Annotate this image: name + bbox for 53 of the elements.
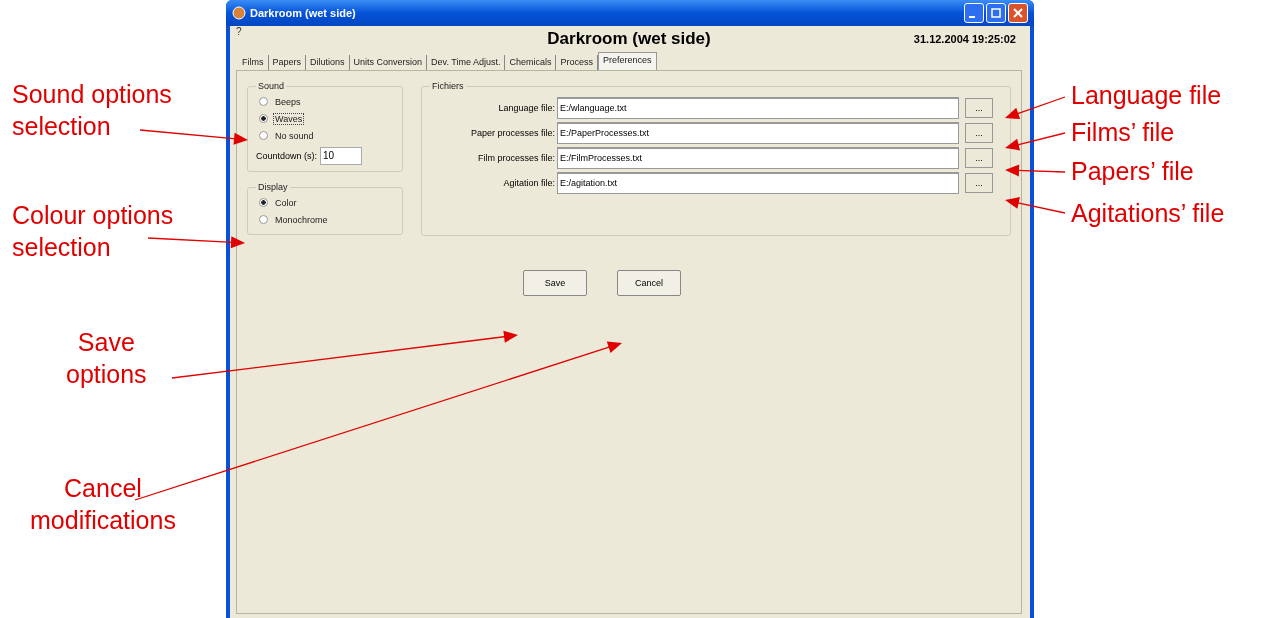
callout-arrow	[1005, 164, 1066, 177]
annotation-label: Films’ file	[1071, 117, 1175, 148]
radio-button[interactable]	[259, 198, 268, 207]
file-path-field[interactable]: E:/agitation.txt	[557, 171, 959, 194]
minimize-icon	[969, 16, 975, 18]
minimize-button[interactable]	[964, 3, 984, 23]
radio-label[interactable]: Waves	[273, 112, 305, 125]
field-label: Language file:	[497, 102, 556, 113]
annotation-label: Agitations’ file	[1071, 198, 1225, 229]
field-label: Agitation file:	[502, 177, 556, 188]
radio-button[interactable]	[259, 131, 268, 140]
save-button[interactable]: Save	[523, 270, 587, 296]
radio-button[interactable]	[259, 114, 268, 123]
countdown-field[interactable]: 10	[320, 147, 363, 165]
radio-label[interactable]: Monochrome	[273, 213, 330, 226]
radio-label[interactable]: No sound	[273, 129, 316, 142]
group-title: Fichiers	[431, 81, 465, 91]
radio-label[interactable]: Beeps	[273, 95, 303, 108]
app-icon	[232, 6, 246, 20]
group-title: Sound	[257, 81, 286, 91]
tab[interactable]: Preferences	[597, 52, 657, 70]
file-path-field[interactable]: E:/PaperProcesses.txt	[557, 121, 959, 144]
field-label: Paper processes file:	[469, 127, 556, 138]
radio-label[interactable]: Color	[273, 196, 299, 209]
close-icon	[1013, 8, 1023, 18]
maximize-button[interactable]	[986, 3, 1006, 23]
maximize-icon	[991, 8, 1001, 18]
annotation-label: Papers’ file	[1071, 156, 1194, 187]
countdown-label: Countdown (s):	[256, 151, 318, 161]
field-label: Film processes file:	[476, 152, 556, 163]
annotation-label: Sound options selection	[12, 79, 172, 142]
browse-button[interactable]: ...	[965, 147, 993, 168]
browse-button[interactable]: ...	[965, 122, 993, 143]
app-heading: Darkroom (wet side)	[547, 29, 711, 49]
browse-button[interactable]: ...	[965, 97, 993, 118]
close-button[interactable]	[1008, 3, 1028, 23]
annotation-label: Cancel modifications	[30, 473, 176, 536]
help-link[interactable]: ?	[236, 26, 242, 37]
window-title: Darkroom (wet side)	[250, 7, 356, 19]
cancel-button[interactable]: Cancel	[617, 270, 681, 296]
annotation-label: Language file	[1071, 80, 1222, 111]
file-path-field[interactable]: E:/FilmProcesses.txt	[557, 146, 959, 169]
file-path-field[interactable]: E:/wlanguage.txt	[557, 96, 959, 119]
radio-button[interactable]	[259, 215, 268, 224]
browse-button[interactable]: ...	[965, 172, 993, 193]
annotation-label: Colour options selection	[12, 200, 174, 263]
date-time: 31.12.2004 19:25:02	[913, 33, 1017, 45]
callout-arrow	[1005, 96, 1066, 120]
annotation-label: Save options	[66, 327, 147, 390]
radio-button[interactable]	[259, 97, 268, 106]
callout-arrow	[1005, 132, 1066, 151]
group-title: Display	[257, 182, 289, 192]
callout-arrow	[1005, 197, 1066, 214]
